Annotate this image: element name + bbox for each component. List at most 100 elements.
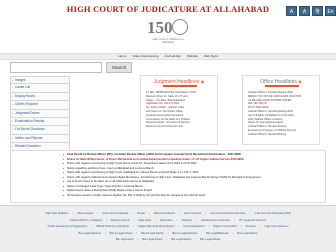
- footer-separator: |: [166, 238, 168, 241]
- footer-separator: |: [208, 225, 210, 228]
- footer-separator: |: [240, 225, 242, 228]
- sidebar-item-cause-list[interactable]: › Cause List: [10, 84, 70, 93]
- chevron-right-icon: ›: [12, 118, 13, 123]
- search-button[interactable]: Search: [106, 62, 132, 73]
- news-list: Final Result for Review Officer (RO), As…: [10, 150, 326, 203]
- footer-link[interactable]: Services: [246, 225, 256, 230]
- chevron-right-icon: ›: [12, 78, 13, 82]
- footer-link[interactable]: Bar Legal Advice: [237, 232, 257, 237]
- footer-link[interactable]: RTI Legal Aid Services: [239, 219, 266, 224]
- footer-separator: |: [179, 212, 180, 215]
- office-headlines-panel: Office Headlines ◉ Judicial Officer's Tr…: [242, 75, 320, 145]
- footer-link[interactable]: Bar Legal Lists: [116, 238, 134, 243]
- footer-link[interactable]: Data Links: [139, 219, 152, 224]
- footer-separator: |: [132, 225, 134, 228]
- footer-link[interactable]: Public Grievances & Suggestions: [48, 225, 88, 230]
- footer-separator: |: [176, 218, 178, 222]
- list-item[interactable]: Judicial Officer's Transfer/Posting: [248, 133, 314, 137]
- footer-separator: |: [91, 225, 93, 228]
- footer-link[interactable]: Court Regulations: [183, 225, 205, 230]
- nav-home[interactable]: Home: [118, 54, 126, 59]
- footer-separator: |: [137, 238, 139, 241]
- sidebar-item-images[interactable]: › Images: [10, 76, 70, 85]
- office-list: Judicial Officer's Transfer/Posting 2022…: [243, 88, 319, 137]
- chevron-right-icon: ›: [12, 110, 13, 115]
- footer-link[interactable]: Bar Legal Advice: [142, 238, 162, 243]
- chevron-right-icon: ›: [12, 127, 13, 132]
- footer-separator: |: [178, 225, 180, 228]
- sidebar-item-orders-reporter[interactable]: › Orders Reporter: [10, 101, 70, 110]
- news-item[interactable]: All Circulars issued to Public Interest …: [63, 194, 322, 199]
- footer-link[interactable]: Roster: [137, 212, 145, 217]
- footer-separator: |: [132, 212, 134, 215]
- footer-row: Public Grievances & Suggestions | Officia…: [0, 225, 336, 230]
- nav-android-app[interactable]: Android App: [165, 54, 181, 59]
- footer-separator: |: [136, 231, 138, 235]
- footer-link[interactable]: Bar & Legal Advisors: [173, 232, 198, 237]
- footer-link[interactable]: Law Reporter & Services: [201, 219, 231, 224]
- panel-title: Office Headlines ◉: [260, 79, 302, 87]
- sidebar-item-judgment-orders[interactable]: › Judgment/Orders: [10, 109, 70, 118]
- footer-link[interactable]: Judiciary: [181, 219, 192, 224]
- footer-link[interactable]: Bar Legal/Manuals: [206, 232, 228, 237]
- footer-row: Bar Legal Advisors | Bar & Legal Advice | …: [0, 232, 336, 237]
- footer-separator: |: [259, 225, 261, 228]
- site-header: HIGH COURT OF JUDICATURE AT ALLAHABAD A …: [0, 0, 336, 53]
- font-decrease-button[interactable]: A: [286, 6, 297, 16]
- judgment-list: CJ BM - MMMKJR-A Bar Association, Delhi …: [141, 88, 217, 129]
- footer-link[interactable]: Official Schemes & Reports: [96, 225, 129, 230]
- footer-link[interactable]: Court Hours Calendar: [102, 212, 128, 217]
- footer-separator: |: [72, 212, 74, 215]
- footer-link[interactable]: About Lawyer: [77, 212, 93, 217]
- font-increase-button[interactable]: A: [299, 6, 310, 16]
- sidebar-item-display-board[interactable]: › Display Board: [10, 92, 70, 102]
- footer-separator: |: [232, 231, 234, 235]
- top-nav: Home Video Conferencing Android App Webs…: [0, 53, 336, 60]
- footer-separator: |: [249, 212, 251, 215]
- footer-link[interactable]: Judges Memorial Rules Report: [138, 225, 175, 230]
- footer-link[interactable]: Bar Legal Advice: [200, 238, 220, 243]
- chevron-right-icon: ›: [12, 135, 13, 140]
- logo-caption: High Court of Judicature at Allahabad: [152, 38, 184, 44]
- search-input[interactable]: [10, 62, 102, 73]
- footer-link[interactable]: Court Sections: [184, 212, 202, 217]
- sidebar-item-law-reports[interactable]: › Indian Law Reports: [10, 134, 70, 144]
- footer-link[interactable]: Statutory Forms: [111, 219, 130, 224]
- hindi-language-button[interactable]: हि: [312, 6, 323, 16]
- footer-link[interactable]: Right to Information: [213, 225, 236, 230]
- footer-link[interactable]: Bar & Legal Advice: [141, 232, 164, 237]
- footer-separator: |: [234, 218, 236, 222]
- footer-separator: |: [106, 218, 107, 222]
- chevron-right-icon: ›: [12, 102, 13, 107]
- chevron-right-icon: ›: [12, 93, 13, 98]
- nav-website[interactable]: Website: [187, 54, 198, 59]
- footer-link[interactable]: Judicial Officers in Registry: [70, 219, 102, 224]
- footer-row: High Seat Statistics | About Lawyer | Cour…: [0, 212, 336, 217]
- emblem-icon: [172, 19, 188, 35]
- rss-icon: ◉: [200, 79, 205, 84]
- nav-web-docs[interactable]: Web Docs: [204, 54, 218, 59]
- footer-links: High Seat Statistics | About Lawyer | Cour…: [0, 205, 336, 252]
- sidebar-item-full-bench[interactable]: › Full Bench Decisions: [10, 126, 70, 135]
- footer-row: Bar Legal Lists | Bar Legal Advice | Bar L…: [0, 238, 336, 243]
- footer-separator: |: [205, 212, 207, 215]
- footer-link[interactable]: High Court Museum: [265, 225, 289, 230]
- title-underline: [163, 85, 197, 87]
- footer-link[interactable]: e-Services for Anticipatory Bail: [254, 212, 290, 217]
- footer-separator: |: [201, 231, 203, 235]
- footer-link[interactable]: Commencement/Construction: [210, 212, 246, 217]
- footer-link[interactable]: Resolution: [160, 219, 173, 224]
- rss-icon: ◉: [298, 79, 302, 84]
- judgment-headlines-panel: Judgment Headlines ◉ CJ BM - MMMKJR-A Ba…: [140, 75, 218, 145]
- footer-link[interactable]: High Seat Statistics: [45, 212, 68, 217]
- sidebar-item-examination-results[interactable]: › Examination Results: [10, 117, 70, 127]
- list-item[interactable]: Reserve Fund Act Pension Limit: [146, 125, 212, 129]
- footer-link[interactable]: Bar & Legal Advice: [110, 232, 133, 237]
- footer-link[interactable]: Bar Legal Advisors: [79, 232, 101, 237]
- language-buttons: A A हि En: [286, 6, 336, 16]
- court-logo: 150 High Court of Judicature at Allahaba…: [147, 16, 189, 46]
- footer-link[interactable]: Daily Recruitment: [154, 212, 175, 217]
- footer-link[interactable]: Bar Legal Advice: [171, 238, 191, 243]
- nav-video-conferencing[interactable]: Video Conferencing: [132, 54, 158, 59]
- english-language-button[interactable]: En: [325, 6, 336, 16]
